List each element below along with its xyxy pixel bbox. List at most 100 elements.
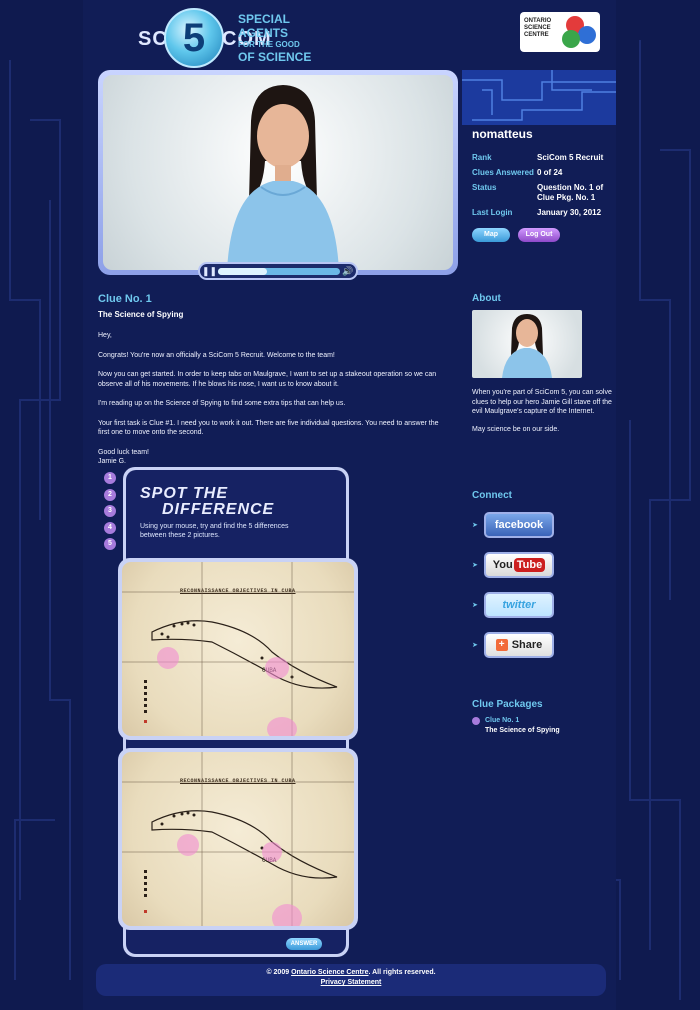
clue-paragraph: Hey, (98, 332, 112, 339)
facebook-button[interactable]: facebook (484, 512, 554, 538)
map-picture-1[interactable]: RECONNAISSANCE OBJECTIVES IN CUBA CUBA (118, 558, 358, 740)
difference-marker[interactable] (262, 842, 282, 862)
clue-paragraph: I'm reading up on the Science of Spying … (98, 400, 346, 407)
osc-line3: CENTRE (524, 32, 549, 38)
osc-line1: ONTARIO (524, 18, 552, 24)
tagline-line3: of Science (238, 50, 312, 64)
last-login-label: Last Login (472, 208, 513, 217)
arrow-right-icon: ➤ (472, 562, 478, 569)
game-description: Using your mouse, try and find the 5 dif… (140, 523, 289, 539)
rank-label: Rank (472, 153, 492, 162)
question-steps: 1 2 3 4 5 (104, 472, 118, 555)
osc-logo-text: ONTARIO SCIENCE CENTRE (524, 18, 551, 39)
clue-paragraph: Your first task is Clue #1. I need you t… (98, 419, 439, 437)
package-bullet-icon (472, 717, 480, 725)
step-5[interactable]: 5 (104, 538, 116, 550)
social-links: ➤ facebook ➤ You Tube ➤ twitter ➤ + Share (472, 512, 554, 672)
package-item[interactable]: Clue No. 1 The Science of Spying (472, 716, 560, 736)
step-1[interactable]: 1 (104, 472, 116, 484)
pause-icon[interactable]: ❚❚ (202, 265, 217, 277)
tagline-line1: Special Agents (238, 12, 290, 40)
arrow-right-icon: ➤ (472, 602, 478, 609)
package-text: Clue No. 1 The Science of Spying (485, 716, 560, 736)
user-panel: nomatteus Rank SciCom 5 Recruit Clues An… (472, 127, 612, 242)
cuba-map-image-1[interactable]: RECONNAISSANCE OBJECTIVES IN CUBA CUBA (122, 562, 354, 736)
step-2[interactable]: 2 (104, 488, 116, 501)
user-row-status: Status Question No. 1 of Clue Pkg. No. 1 (472, 183, 612, 203)
user-row-rank: Rank SciCom 5 Recruit (472, 153, 612, 163)
package-title[interactable]: Clue No. 1 (485, 716, 560, 726)
clue-heading: Clue No. 1 (98, 293, 152, 305)
clue-signoff: Good luck team! Jamie G. (98, 448, 149, 466)
video-controls[interactable]: ❚❚ 🔊 (198, 262, 358, 280)
game-title: SPOT THE DIFFERENCE (140, 486, 274, 518)
youtube-label-you: You (492, 559, 513, 571)
map-picture-2[interactable]: RECONNAISSANCE OBJECTIVES IN CUBA CUBA (118, 748, 358, 930)
cuba-map-image-2[interactable]: RECONNAISSANCE OBJECTIVES IN CUBA CUBA (122, 752, 354, 926)
video-player[interactable] (98, 70, 458, 275)
about-text: When you're part of SciCom 5, you can so… (472, 389, 612, 415)
social-row-share: ➤ + Share (472, 632, 554, 658)
rank-value: SciCom 5 Recruit (537, 153, 604, 162)
difference-marker[interactable] (157, 647, 179, 669)
logo-five-badge: 5 (164, 8, 224, 68)
osc-line2: SCIENCE (524, 25, 551, 31)
package-subtitle: The Science of Spying (485, 727, 560, 734)
game-panel: SPOT THE DIFFERENCE Using your mouse, tr… (118, 470, 358, 954)
about-image (472, 310, 582, 378)
tagline-line2: for the good (238, 40, 300, 49)
about-heading: About (472, 293, 501, 304)
clue-paragraph: Now you can get started. In order to kee… (98, 371, 437, 388)
answer-button[interactable]: ANSWER (286, 938, 322, 950)
map-button[interactable]: Map (472, 228, 510, 242)
difference-marker[interactable] (177, 834, 199, 856)
plus-icon: + (495, 639, 508, 651)
volume-icon[interactable]: 🔊 (342, 265, 354, 277)
social-row-facebook: ➤ facebook (472, 512, 554, 538)
difference-marker[interactable] (267, 717, 297, 736)
social-row-twitter: ➤ twitter (472, 592, 554, 618)
video-progress-fill (218, 268, 267, 275)
arrow-right-icon: ➤ (472, 642, 478, 649)
clue-packages-heading: Clue Packages (472, 699, 543, 710)
user-row-clues: Clues Answered 0 of 24 (472, 168, 612, 178)
logout-button[interactable]: Log Out (518, 228, 560, 242)
clue-packages: Clue Packages Clue No. 1 The Science of … (472, 699, 560, 736)
ontario-science-centre-logo[interactable]: ONTARIO SCIENCE CENTRE (520, 12, 600, 52)
status-value: Question No. 1 of Clue Pkg. No. 1 (537, 183, 604, 202)
scicom5-logo[interactable]: SCI 5 COM Special Agents for the good of… (138, 8, 318, 70)
step-3[interactable]: 3 (104, 505, 116, 517)
share-label: Share (511, 639, 543, 651)
osc-circle-blue (578, 26, 596, 44)
arrow-right-icon: ➤ (472, 522, 478, 529)
username: nomatteus (472, 127, 533, 141)
twitter-button[interactable]: twitter (484, 592, 554, 618)
spot-the-difference-game: SPOT THE DIFFERENCE Using your mouse, tr… (118, 467, 358, 957)
last-login-value: January 30, 2012 (537, 208, 602, 217)
privacy-statement-link[interactable]: Privacy Statement (96, 979, 606, 986)
copyright-prefix: © 2009 (266, 969, 290, 976)
osc-circle-green (562, 30, 580, 48)
game-title-line2: DIFFERENCE (162, 501, 275, 518)
clue-subheading: The Science of Spying (98, 310, 184, 319)
video-progress-track[interactable] (218, 268, 340, 275)
difference-marker[interactable] (265, 657, 289, 679)
osc-footer-link[interactable]: Ontario Science Centre (291, 969, 368, 976)
user-row-last-login: Last Login January 30, 2012 (472, 208, 612, 218)
clue-paragraph: Congrats! You're now an officially a Sci… (98, 351, 335, 359)
copyright: © 2009 Ontario Science Centre. All right… (96, 969, 606, 976)
user-buttons: Map Log Out (472, 228, 612, 242)
social-row-youtube: ➤ You Tube (472, 552, 554, 578)
game-title-line1: SPOT THE (140, 485, 229, 502)
footer: © 2009 Ontario Science Centre. All right… (96, 964, 606, 996)
step-4[interactable]: 4 (104, 521, 116, 534)
youtube-label-tube: Tube (513, 558, 546, 572)
jamie-video-figure (227, 85, 339, 270)
youtube-button[interactable]: You Tube (484, 552, 554, 578)
difference-marker[interactable] (272, 904, 302, 926)
clue-content: Clue No. 1 The Science of Spying Hey, Co… (98, 293, 443, 477)
connect-heading: Connect (472, 490, 512, 501)
share-button[interactable]: + Share (484, 632, 554, 658)
clues-answered-value: 0 of 24 (537, 168, 563, 177)
clues-answered-label: Clues Answered (472, 168, 534, 177)
